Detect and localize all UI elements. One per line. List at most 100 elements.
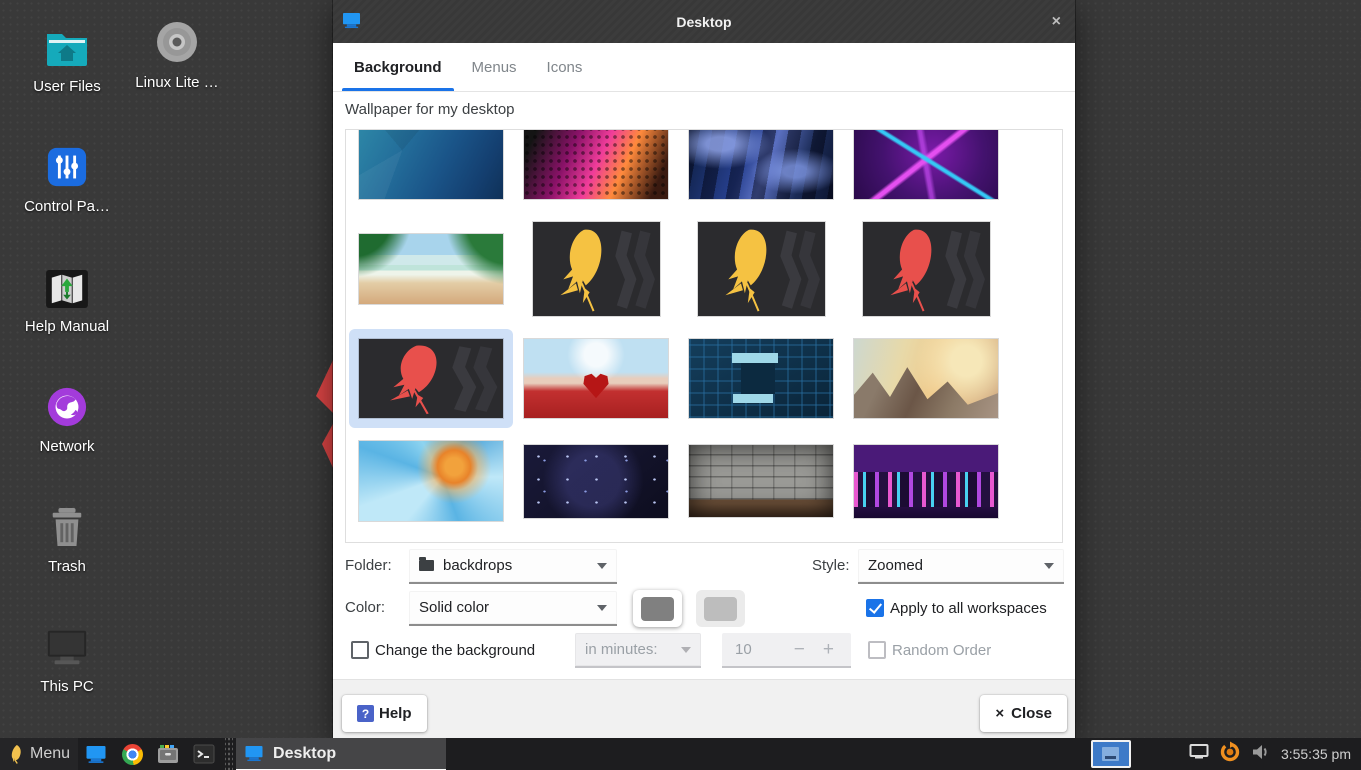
wallpaper-cell (689, 222, 833, 316)
wallpaper-thumbnail-circuit-board[interactable] (689, 339, 833, 418)
wallpaper-thumbnail-pink-honeycomb[interactable] (524, 129, 668, 199)
wallpaper-thumbnail-yellow-feather[interactable] (533, 222, 660, 316)
workspace-window-preview (1102, 747, 1119, 761)
wallpaper-cell (359, 339, 503, 418)
close-button[interactable]: × Close (980, 695, 1067, 732)
change-background-checkbox[interactable] (351, 641, 369, 659)
tab-icons[interactable]: Icons (545, 43, 585, 91)
color-label: Color: (345, 599, 385, 616)
tab-menus[interactable]: Menus (470, 43, 519, 91)
help-manual-map-icon (11, 266, 123, 308)
wallpaper-cell (524, 222, 668, 316)
desktop-wallpaper-red-feather-fragment (296, 352, 334, 477)
folder-label: Folder: (345, 557, 392, 574)
chevron-down-icon (681, 647, 691, 653)
wallpaper-thumbnail-constellation[interactable] (524, 445, 668, 518)
wallpaper-cell (689, 445, 833, 517)
wallpaper-thumbnail-neon-triangle[interactable] (854, 129, 998, 199)
minutes-dropdown[interactable]: in minutes: (575, 633, 701, 668)
wallpaper-thumbnail-beach-palms[interactable] (359, 234, 503, 304)
color-swatch-secondary[interactable] (696, 590, 745, 627)
color-swatch-dark-gray (641, 597, 674, 621)
desktop-icon-label: This PC (11, 678, 123, 695)
chevron-down-icon (597, 563, 607, 569)
desktop-icon-control-panel[interactable]: Control Pa… (11, 146, 123, 215)
desktop-icon-user-files[interactable]: User Files (11, 26, 123, 95)
system-tray (1189, 741, 1271, 768)
desktop-icon-label: Linux Lite … (121, 74, 233, 91)
folder-dropdown[interactable]: backdrops (409, 549, 617, 584)
desktop-icon-label: Network (11, 438, 123, 455)
desktop-icon-trash[interactable]: Trash (11, 506, 123, 575)
tray-updates-icon[interactable] (1219, 741, 1241, 768)
wallpaper-cell (689, 129, 833, 199)
spin-increment-button[interactable]: + (819, 639, 838, 661)
linux-lite-feather-icon (6, 743, 24, 765)
control-panel-sliders-icon (11, 146, 123, 188)
chevron-down-icon (1044, 563, 1054, 569)
menu-button[interactable]: Menu (0, 738, 78, 770)
chevron-down-icon (597, 605, 607, 611)
folder-icon (419, 560, 434, 571)
desktop-icon-label: Trash (11, 558, 123, 575)
minutes-spinbox[interactable]: 10 − + (722, 633, 851, 668)
wallpaper-row (346, 441, 1062, 521)
wallpaper-thumbnail-brick-wall[interactable] (689, 445, 833, 517)
window-titlebar[interactable]: Desktop × (333, 0, 1075, 43)
taskbar-task-desktop[interactable]: Desktop (236, 738, 446, 770)
file-manager-icon (157, 744, 179, 764)
desktop-icon-linux-lite[interactable]: Linux Lite … (121, 22, 233, 91)
wallpaper-row (346, 339, 1062, 418)
random-order-checkbox[interactable] (868, 641, 886, 659)
apply-to-all-workspaces-label: Apply to all workspaces (890, 600, 1047, 617)
tray-volume-icon[interactable] (1251, 743, 1271, 766)
taskbar-separator (225, 738, 233, 770)
wallpaper-thumbnail-blue-keyboard[interactable] (689, 129, 833, 199)
color-dropdown[interactable]: Solid color (409, 591, 617, 626)
tray-display-icon[interactable] (1189, 743, 1209, 765)
dialog-footer: ? Help × Close (333, 679, 1075, 738)
wallpaper-thumbnail-red-feather[interactable] (863, 222, 990, 316)
color-swatch-primary[interactable] (633, 590, 682, 627)
wallpaper-thumbnail-blue-orange-abstract[interactable] (359, 441, 503, 521)
color-swatch-light-gray (704, 597, 737, 621)
launcher-show-desktop[interactable] (83, 738, 109, 770)
style-label: Style: (812, 557, 850, 574)
wallpaper-thumbnail-heart-hands[interactable] (524, 339, 668, 418)
launcher-chrome[interactable] (119, 738, 145, 770)
wallpaper-thumbnail-red-feather-selected[interactable] (359, 339, 503, 418)
wallpaper-thumbnail-mountains-sunset[interactable] (854, 339, 998, 418)
section-header: Wallpaper for my desktop (345, 101, 515, 118)
apply-to-all-workspaces-checkbox[interactable] (866, 599, 884, 617)
desktop-settings-window: Desktop × Background Menus Icons Wallpap… (333, 0, 1075, 738)
desktop-icon-this-pc[interactable]: This PC (11, 626, 123, 695)
workspace-switcher[interactable] (1091, 740, 1131, 768)
wallpaper-thumbnail-blue-abstract[interactable] (359, 129, 503, 199)
tab-background[interactable]: Background (352, 43, 444, 91)
desktop-monitor-icon (85, 745, 107, 764)
computer-monitor-icon (11, 626, 123, 668)
desktop-icon-network[interactable]: Network (11, 386, 123, 455)
wallpaper-thumbnail-city-skyline[interactable] (854, 445, 998, 518)
launcher-file-manager[interactable] (155, 738, 181, 770)
desktop-icon-label: Control Pa… (11, 198, 123, 215)
window-close-button[interactable]: × (1052, 0, 1061, 43)
launcher-terminal[interactable] (191, 738, 217, 770)
color-value: Solid color (419, 599, 489, 616)
chrome-icon (122, 744, 143, 765)
trash-can-icon (11, 506, 123, 548)
cd-disc-icon (121, 22, 233, 64)
desktop-monitor-icon (244, 745, 264, 762)
close-x-icon: × (995, 705, 1004, 722)
spin-decrement-button[interactable]: − (790, 639, 809, 661)
folder-value: backdrops (443, 557, 512, 574)
tab-bar: Background Menus Icons (333, 43, 1075, 92)
wallpaper-cell (854, 339, 998, 418)
desktop-root: { "desktop": { "icons": [ { "name": "use… (0, 0, 1361, 770)
desktop-icon-label: User Files (11, 78, 123, 95)
help-button[interactable]: ? Help (342, 695, 427, 732)
style-dropdown[interactable]: Zoomed (858, 549, 1064, 584)
desktop-icon-help-manual[interactable]: Help Manual (11, 266, 123, 335)
random-order-label: Random Order (892, 642, 991, 659)
wallpaper-thumbnail-yellow-feather-2[interactable] (698, 222, 825, 316)
